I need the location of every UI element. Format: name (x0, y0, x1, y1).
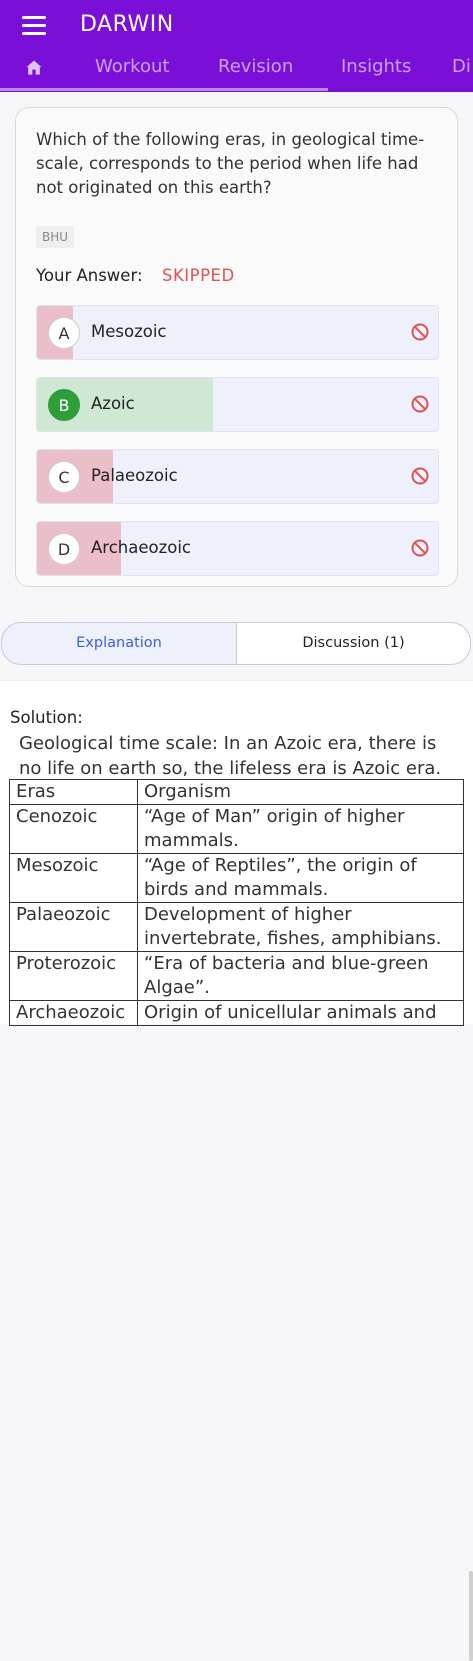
home-icon[interactable] (24, 58, 44, 78)
your-answer-status: SKIPPED (162, 266, 235, 285)
table-cell-era: Cenozoic (9, 804, 138, 854)
option-c-letter: C (48, 461, 80, 493)
menu-icon[interactable] (22, 16, 46, 36)
detail-tabs: Explanation Discussion (1) (0, 622, 473, 665)
table-header-cell: Eras (9, 779, 138, 805)
option-a-text: Mesozoic (91, 322, 167, 341)
table-cell-organism: “Age of Man” origin of higher mammals. (137, 804, 464, 854)
table-cell-era: Palaeozoic (9, 902, 138, 952)
tab-revision[interactable]: Revision (218, 56, 293, 77)
table-header-row: Eras Organism (9, 779, 464, 805)
option-c[interactable]: C Palaeozoic (36, 449, 439, 504)
table-cell-organism: Development of higher invertebrate, fish… (137, 902, 464, 952)
ban-icon (411, 539, 429, 557)
solution-label: Solution: (10, 708, 83, 727)
exam-tag: BHU (36, 226, 75, 248)
ban-icon (411, 467, 429, 485)
question-text: Which of the following eras, in geologic… (36, 130, 425, 197)
app-bar: DARWIN Workout Revision Insights Di (0, 0, 473, 92)
tab-insights[interactable]: Insights (341, 56, 411, 77)
option-b-letter: B (48, 389, 80, 421)
explanation-panel: Solution: Geological time scale: In an A… (0, 680, 473, 1661)
option-a-letter: A (48, 317, 80, 349)
eras-table: Eras Organism Cenozoic “Age of Man” orig… (9, 779, 464, 1026)
table-row: Mesozoic “Age of Reptiles”, the origin o… (9, 853, 464, 903)
app-title: DARWIN (80, 12, 174, 37)
option-d-text: Archaeozoic (91, 538, 192, 557)
option-b[interactable]: B Azoic (36, 377, 439, 432)
option-d-letter: D (48, 533, 80, 565)
tab-explanation[interactable]: Explanation (1, 622, 237, 665)
option-d[interactable]: D Archaeozoic (36, 521, 439, 576)
ban-icon (411, 323, 429, 341)
table-row: Cenozoic “Age of Man” origin of higher m… (9, 804, 464, 854)
tab-workout[interactable]: Workout (95, 56, 169, 77)
table-cell-era: Proterozoic (9, 951, 138, 1001)
table-row: Palaeozoic Development of higher inverte… (9, 902, 464, 952)
table-cell-organism: “Age of Reptiles”, the origin of birds a… (137, 853, 464, 903)
tab-di[interactable]: Di (452, 56, 471, 77)
table-cell-era: Archaeozoic (9, 1000, 138, 1026)
option-b-text: Azoic (91, 394, 135, 413)
tab-discussion[interactable]: Discussion (1) (237, 622, 471, 665)
table-cell-organism: Origin of unicellular animals and (137, 1000, 464, 1026)
question-card: Which of the following eras, in geologic… (15, 107, 458, 587)
ban-icon (411, 395, 429, 413)
option-c-text: Palaeozoic (91, 466, 178, 485)
tab-indicator (0, 88, 328, 91)
option-a[interactable]: A Mesozoic (36, 305, 439, 360)
table-row: Archaeozoic Origin of unicellular animal… (9, 1000, 464, 1026)
table-cell-organism: “Era of bacteria and blue-green Algae”. (137, 951, 464, 1001)
solution-text: Geological time scale: In an Azoic era, … (19, 733, 442, 779)
table-row: Proterozoic “Era of bacteria and blue-gr… (9, 951, 464, 1001)
table-header-cell: Organism (137, 779, 464, 805)
your-answer-label: Your Answer: (36, 266, 143, 285)
scrollbar[interactable] (469, 1571, 473, 1661)
table-cell-era: Mesozoic (9, 853, 138, 903)
nav-tabs: Workout Revision Insights Di (0, 50, 473, 90)
